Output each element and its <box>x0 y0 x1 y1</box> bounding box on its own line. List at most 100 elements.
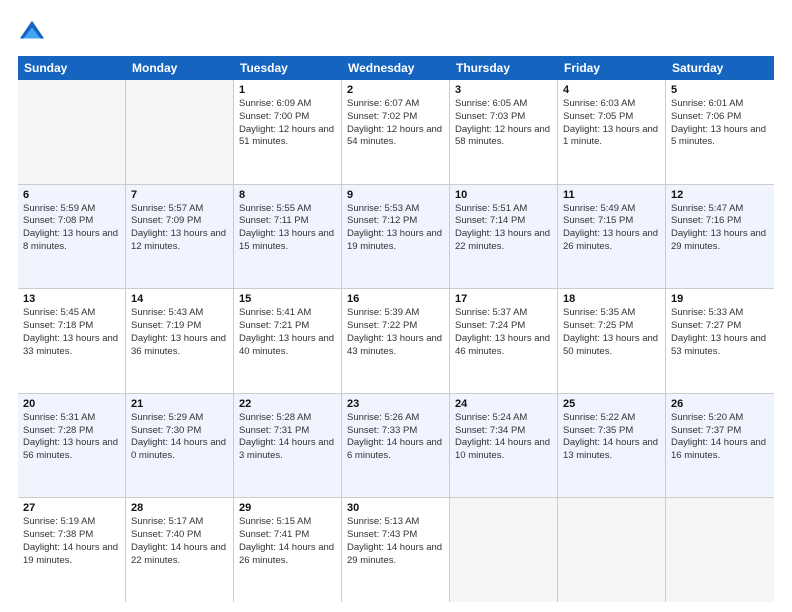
day-number: 6 <box>23 189 120 201</box>
day-info: Sunrise: 5:17 AM Sunset: 7:40 PM Dayligh… <box>131 516 228 567</box>
calendar-cell: 18 Sunrise: 5:35 AM Sunset: 7:25 PM Dayli… <box>558 289 666 393</box>
calendar-cell: 8 Sunrise: 5:55 AM Sunset: 7:11 PM Daylig… <box>234 185 342 289</box>
calendar-cell: 25Sunrise: 5:22 AM Sunset: 7:35 PM Dayli… <box>558 394 666 498</box>
day-info: Sunrise: 5:26 AM Sunset: 7:33 PM Dayligh… <box>347 412 444 463</box>
calendar-row: 6 Sunrise: 5:59 AM Sunset: 7:08 PM Daylig… <box>18 185 774 290</box>
day-info: Sunrise: 5:29 AM Sunset: 7:30 PM Dayligh… <box>131 412 228 463</box>
header-day: Sunday <box>18 56 126 80</box>
calendar-cell <box>450 498 558 602</box>
day-number: 3 <box>455 84 552 96</box>
header-day: Monday <box>126 56 234 80</box>
day-info: Sunrise: 5:35 AM Sunset: 7:25 PM Dayligh… <box>563 307 660 358</box>
day-info: Sunrise: 5:57 AM Sunset: 7:09 PM Dayligh… <box>131 203 228 254</box>
day-info: Sunrise: 6:05 AM Sunset: 7:03 PM Dayligh… <box>455 98 552 149</box>
day-info: Sunrise: 5:59 AM Sunset: 7:08 PM Dayligh… <box>23 203 120 254</box>
calendar-cell: 3 Sunrise: 6:05 AM Sunset: 7:03 PM Daylig… <box>450 80 558 184</box>
header <box>18 18 774 46</box>
header-day: Thursday <box>450 56 558 80</box>
day-number: 16 <box>347 293 444 305</box>
calendar-row: 27 Sunrise: 5:19 AM Sunset: 7:38 PM Dayli… <box>18 498 774 602</box>
day-info: Sunrise: 5:19 AM Sunset: 7:38 PM Dayligh… <box>23 516 120 567</box>
calendar: SundayMondayTuesdayWednesdayThursdayFrid… <box>18 56 774 602</box>
day-number: 26 <box>671 398 769 410</box>
day-number: 18 <box>563 293 660 305</box>
day-number: 21 <box>131 398 228 410</box>
day-number: 1 <box>239 84 336 96</box>
calendar-cell <box>666 498 774 602</box>
day-number: 22 <box>239 398 336 410</box>
day-number: 13 <box>23 293 120 305</box>
calendar-cell <box>126 80 234 184</box>
day-info: Sunrise: 5:13 AM Sunset: 7:43 PM Dayligh… <box>347 516 444 567</box>
calendar-cell: 28 Sunrise: 5:17 AM Sunset: 7:40 PM Dayli… <box>126 498 234 602</box>
day-number: 28 <box>131 502 228 514</box>
calendar-cell <box>18 80 126 184</box>
day-number: 2 <box>347 84 444 96</box>
calendar-cell: 20Sunrise: 5:31 AM Sunset: 7:28 PM Dayli… <box>18 394 126 498</box>
header-day: Friday <box>558 56 666 80</box>
day-info: Sunrise: 5:43 AM Sunset: 7:19 PM Dayligh… <box>131 307 228 358</box>
day-info: Sunrise: 5:31 AM Sunset: 7:28 PM Dayligh… <box>23 412 120 463</box>
day-info: Sunrise: 5:49 AM Sunset: 7:15 PM Dayligh… <box>563 203 660 254</box>
day-info: Sunrise: 5:33 AM Sunset: 7:27 PM Dayligh… <box>671 307 769 358</box>
calendar-cell: 10Sunrise: 5:51 AM Sunset: 7:14 PM Dayli… <box>450 185 558 289</box>
day-number: 12 <box>671 189 769 201</box>
calendar-header: SundayMondayTuesdayWednesdayThursdayFrid… <box>18 56 774 80</box>
calendar-cell: 19 Sunrise: 5:33 AM Sunset: 7:27 PM Dayli… <box>666 289 774 393</box>
calendar-cell: 2Sunrise: 6:07 AM Sunset: 7:02 PM Daylig… <box>342 80 450 184</box>
day-info: Sunrise: 5:22 AM Sunset: 7:35 PM Dayligh… <box>563 412 660 463</box>
day-number: 19 <box>671 293 769 305</box>
day-info: Sunrise: 5:15 AM Sunset: 7:41 PM Dayligh… <box>239 516 336 567</box>
page: SundayMondayTuesdayWednesdayThursdayFrid… <box>0 0 792 612</box>
calendar-cell: 24Sunrise: 5:24 AM Sunset: 7:34 PM Dayli… <box>450 394 558 498</box>
day-info: Sunrise: 5:47 AM Sunset: 7:16 PM Dayligh… <box>671 203 769 254</box>
day-number: 7 <box>131 189 228 201</box>
calendar-cell: 22 Sunrise: 5:28 AM Sunset: 7:31 PM Dayli… <box>234 394 342 498</box>
calendar-cell: 21 Sunrise: 5:29 AM Sunset: 7:30 PM Dayli… <box>126 394 234 498</box>
day-number: 15 <box>239 293 336 305</box>
day-number: 8 <box>239 189 336 201</box>
calendar-row: 1Sunrise: 6:09 AM Sunset: 7:00 PM Daylig… <box>18 80 774 185</box>
calendar-cell: 29 Sunrise: 5:15 AM Sunset: 7:41 PM Dayli… <box>234 498 342 602</box>
day-number: 9 <box>347 189 444 201</box>
calendar-cell: 27 Sunrise: 5:19 AM Sunset: 7:38 PM Dayli… <box>18 498 126 602</box>
calendar-cell: 26 Sunrise: 5:20 AM Sunset: 7:37 PM Dayli… <box>666 394 774 498</box>
calendar-cell: 11 Sunrise: 5:49 AM Sunset: 7:15 PM Dayli… <box>558 185 666 289</box>
calendar-cell: 14 Sunrise: 5:43 AM Sunset: 7:19 PM Dayli… <box>126 289 234 393</box>
day-info: Sunrise: 5:20 AM Sunset: 7:37 PM Dayligh… <box>671 412 769 463</box>
day-number: 24 <box>455 398 552 410</box>
calendar-cell: 13Sunrise: 5:45 AM Sunset: 7:18 PM Dayli… <box>18 289 126 393</box>
day-info: Sunrise: 6:03 AM Sunset: 7:05 PM Dayligh… <box>563 98 660 149</box>
day-info: Sunrise: 5:41 AM Sunset: 7:21 PM Dayligh… <box>239 307 336 358</box>
calendar-cell: 30 Sunrise: 5:13 AM Sunset: 7:43 PM Dayli… <box>342 498 450 602</box>
day-info: Sunrise: 5:37 AM Sunset: 7:24 PM Dayligh… <box>455 307 552 358</box>
day-info: Sunrise: 5:39 AM Sunset: 7:22 PM Dayligh… <box>347 307 444 358</box>
day-info: Sunrise: 5:55 AM Sunset: 7:11 PM Dayligh… <box>239 203 336 254</box>
header-day: Saturday <box>666 56 774 80</box>
calendar-cell: 1Sunrise: 6:09 AM Sunset: 7:00 PM Daylig… <box>234 80 342 184</box>
header-day: Wednesday <box>342 56 450 80</box>
calendar-row: 13Sunrise: 5:45 AM Sunset: 7:18 PM Dayli… <box>18 289 774 394</box>
calendar-cell: 7 Sunrise: 5:57 AM Sunset: 7:09 PM Daylig… <box>126 185 234 289</box>
day-number: 27 <box>23 502 120 514</box>
calendar-cell: 4Sunrise: 6:03 AM Sunset: 7:05 PM Daylig… <box>558 80 666 184</box>
day-number: 5 <box>671 84 769 96</box>
day-info: Sunrise: 5:28 AM Sunset: 7:31 PM Dayligh… <box>239 412 336 463</box>
calendar-cell: 15 Sunrise: 5:41 AM Sunset: 7:21 PM Dayli… <box>234 289 342 393</box>
logo <box>18 18 50 46</box>
day-info: Sunrise: 5:51 AM Sunset: 7:14 PM Dayligh… <box>455 203 552 254</box>
header-day: Tuesday <box>234 56 342 80</box>
calendar-cell: 6 Sunrise: 5:59 AM Sunset: 7:08 PM Daylig… <box>18 185 126 289</box>
calendar-cell <box>558 498 666 602</box>
calendar-body: 1Sunrise: 6:09 AM Sunset: 7:00 PM Daylig… <box>18 80 774 602</box>
day-number: 29 <box>239 502 336 514</box>
calendar-cell: 16 Sunrise: 5:39 AM Sunset: 7:22 PM Dayli… <box>342 289 450 393</box>
day-number: 14 <box>131 293 228 305</box>
day-number: 30 <box>347 502 444 514</box>
calendar-cell: 9Sunrise: 5:53 AM Sunset: 7:12 PM Daylig… <box>342 185 450 289</box>
calendar-cell: 5 Sunrise: 6:01 AM Sunset: 7:06 PM Daylig… <box>666 80 774 184</box>
calendar-cell: 12 Sunrise: 5:47 AM Sunset: 7:16 PM Dayli… <box>666 185 774 289</box>
calendar-row: 20Sunrise: 5:31 AM Sunset: 7:28 PM Dayli… <box>18 394 774 499</box>
day-info: Sunrise: 6:01 AM Sunset: 7:06 PM Dayligh… <box>671 98 769 149</box>
day-number: 11 <box>563 189 660 201</box>
